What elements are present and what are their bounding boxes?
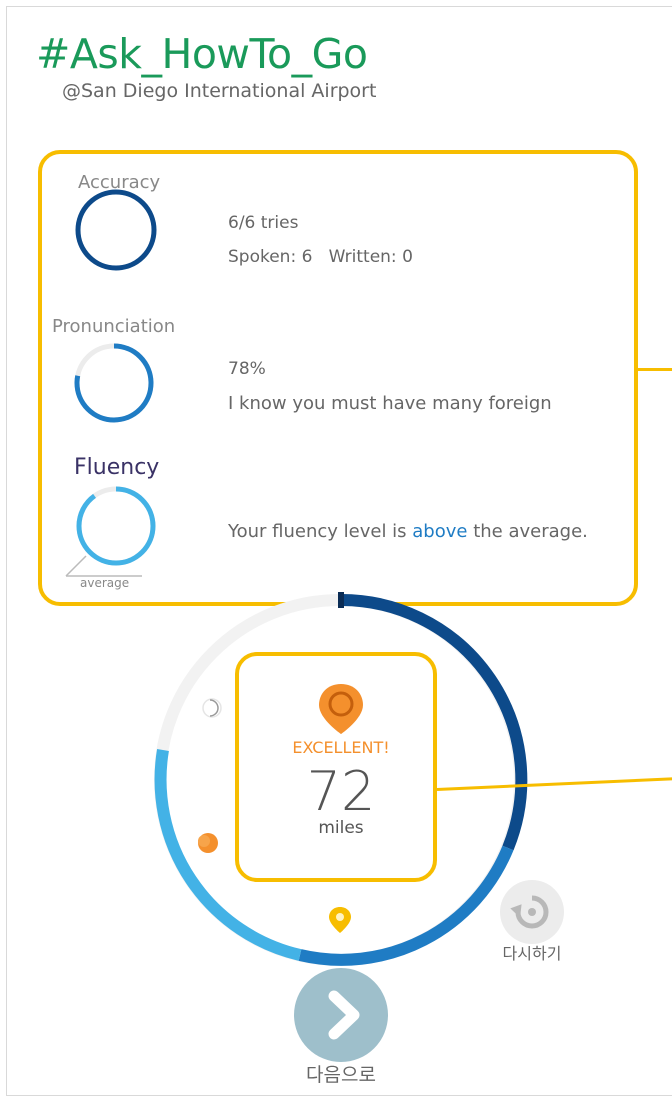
- stats-connector-line: [638, 368, 672, 371]
- accuracy-detail: Spoken: 6 Written: 0: [228, 247, 413, 267]
- location-pin-icon: [319, 684, 363, 734]
- pronunciation-sentence: I know you must have many foreign: [228, 393, 552, 414]
- retry-label[interactable]: 다시하기: [488, 940, 576, 964]
- accuracy-tries: 6/6 tries: [228, 213, 299, 233]
- fluency-sentence: Your fluency level is above the average.: [228, 520, 588, 543]
- fluency-label: Fluency: [74, 455, 160, 480]
- result-badge: EXCELLENT!: [292, 738, 390, 757]
- score-value: 72: [306, 760, 376, 823]
- page-title: #Ask_HowTo_Go: [36, 30, 368, 78]
- chevron-right-icon: [328, 990, 360, 1040]
- fluency-sentence-highlight: above: [412, 521, 468, 542]
- accuracy-ring-icon: [75, 189, 157, 271]
- fluency-sentence-before: Your fluency level is: [228, 521, 413, 542]
- pronunciation-percent: 78%: [228, 359, 266, 379]
- score-unit: miles: [318, 818, 364, 838]
- location-subtitle: @San Diego International Airport: [62, 80, 377, 102]
- retry-button[interactable]: [500, 880, 564, 944]
- refresh-icon: [510, 895, 549, 929]
- next-button[interactable]: [294, 968, 388, 1062]
- pronunciation-label: Pronunciation: [52, 316, 176, 337]
- pronunciation-ring-icon: [74, 343, 154, 423]
- average-label: average: [80, 576, 130, 590]
- next-label[interactable]: 다음으로: [280, 1060, 402, 1087]
- fluency-sentence-after: the average.: [467, 521, 588, 542]
